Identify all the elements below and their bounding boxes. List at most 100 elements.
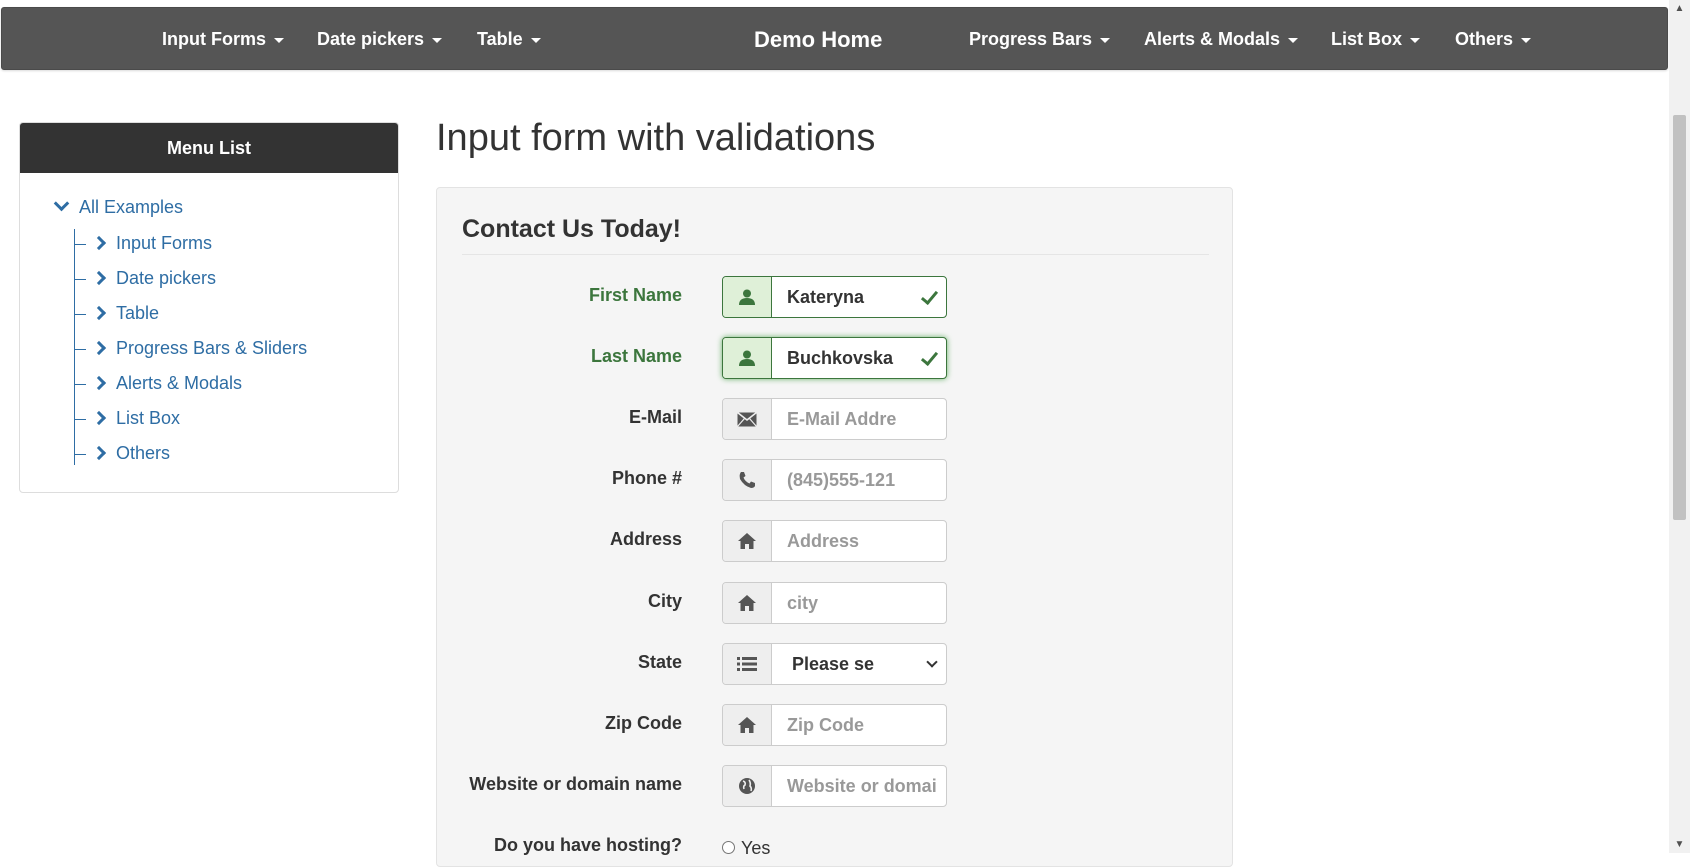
last-name-label: Last Name bbox=[590, 346, 682, 366]
state-selected-value: Please se bbox=[792, 654, 875, 674]
tree-connector bbox=[74, 313, 86, 315]
sidebar-item-others[interactable]: Others bbox=[74, 443, 170, 467]
first-name-field[interactable]: Kateryna bbox=[722, 276, 947, 318]
scroll-down-arrow-icon[interactable]: ▼ bbox=[1669, 836, 1690, 853]
phone-input[interactable]: (845)555-121 bbox=[772, 460, 946, 500]
last-name-value: Buchkovska bbox=[787, 348, 894, 368]
tree-root-label: All Examples bbox=[79, 197, 184, 217]
caret-down-icon bbox=[1521, 37, 1532, 43]
email-label: E-Mail bbox=[628, 407, 682, 427]
nav-label: Alerts & Modals bbox=[1144, 29, 1281, 49]
address-field[interactable]: Address bbox=[722, 520, 947, 562]
sidebar-item-label: List Box bbox=[116, 408, 181, 428]
sidebar-item-list-box[interactable]: List Box bbox=[74, 408, 180, 432]
city-field[interactable]: city bbox=[722, 582, 947, 624]
email-field[interactable]: E-Mail Addre bbox=[722, 398, 947, 440]
sidebar-item-progress-bars[interactable]: Progress Bars & Sliders bbox=[74, 338, 307, 362]
tree-connector bbox=[74, 243, 86, 245]
chevron-right-icon bbox=[91, 235, 107, 251]
tree-connector bbox=[74, 418, 86, 420]
state-select[interactable]: Please se bbox=[772, 644, 946, 684]
scroll-up-arrow-icon[interactable]: ▲ bbox=[1669, 0, 1690, 17]
last-name-field[interactable]: Buchkovska bbox=[722, 337, 947, 379]
city-label: City bbox=[647, 591, 682, 611]
sidebar-item-alerts-modals[interactable]: Alerts & Modals bbox=[74, 373, 242, 397]
nav-label: Date pickers bbox=[317, 29, 425, 49]
sidebar-item-label: Progress Bars & Sliders bbox=[116, 338, 308, 358]
nav-progress-bars[interactable]: Progress Bars bbox=[969, 8, 1111, 71]
first-name-input[interactable]: Kateryna bbox=[772, 277, 946, 317]
chevron-right-icon bbox=[91, 340, 107, 356]
list-icon bbox=[723, 644, 772, 684]
brand-demo-home[interactable]: Demo Home bbox=[754, 8, 882, 71]
radio-yes[interactable] bbox=[722, 840, 735, 854]
globe-icon bbox=[723, 766, 772, 806]
website-label: Website or domain name bbox=[469, 774, 682, 794]
envelope-icon bbox=[723, 399, 772, 439]
last-name-input[interactable]: Buchkovska bbox=[772, 338, 946, 378]
sidebar-item-label: Date pickers bbox=[116, 268, 217, 288]
form-title: Contact Us Today! bbox=[462, 215, 1209, 255]
phone-field[interactable]: (845)555-121 bbox=[722, 459, 947, 501]
nav-label: Others bbox=[1455, 29, 1514, 49]
zip-label: Zip Code bbox=[605, 713, 682, 733]
sidebar-item-label: Others bbox=[116, 443, 171, 463]
address-label: Address bbox=[609, 529, 682, 549]
caret-down-icon bbox=[530, 37, 541, 43]
address-input[interactable]: Address bbox=[772, 521, 946, 561]
chevron-right-icon bbox=[91, 305, 107, 321]
hosting-yes-option[interactable]: Yes bbox=[722, 838, 770, 859]
user-icon bbox=[723, 277, 772, 317]
city-input[interactable]: city bbox=[772, 583, 946, 623]
nav-others[interactable]: Others bbox=[1455, 8, 1532, 71]
check-icon bbox=[920, 347, 939, 367]
website-field[interactable]: Website or domai bbox=[722, 765, 947, 807]
sidebar-item-label: Input Forms bbox=[116, 233, 213, 253]
tree-root-all-examples[interactable]: All Examples bbox=[53, 195, 184, 218]
sidebar-title: Menu List bbox=[20, 123, 398, 173]
chevron-right-icon bbox=[91, 445, 107, 461]
tree-connector bbox=[74, 453, 86, 455]
home-icon bbox=[723, 705, 772, 745]
scroll-thumb[interactable] bbox=[1673, 115, 1686, 520]
chevron-right-icon bbox=[91, 410, 107, 426]
sidebar-item-date-pickers[interactable]: Date pickers bbox=[74, 268, 216, 292]
state-field[interactable]: Please se bbox=[722, 643, 947, 685]
phone-icon bbox=[723, 460, 772, 500]
nav-alerts-modals[interactable]: Alerts & Modals bbox=[1144, 8, 1299, 71]
nav-input-forms[interactable]: Input Forms bbox=[162, 8, 284, 71]
nav-table[interactable]: Table bbox=[477, 8, 541, 71]
nav-date-pickers[interactable]: Date pickers bbox=[317, 8, 443, 71]
tree-connector bbox=[74, 383, 86, 385]
chevron-down-icon bbox=[53, 195, 70, 212]
home-icon bbox=[723, 521, 772, 561]
nav-list-box[interactable]: List Box bbox=[1331, 8, 1421, 71]
nav-label: List Box bbox=[1331, 29, 1403, 49]
chevron-right-icon bbox=[91, 375, 107, 391]
nav-label: Progress Bars bbox=[969, 29, 1093, 49]
tree-connector bbox=[74, 278, 86, 280]
email-input[interactable]: E-Mail Addre bbox=[772, 399, 946, 439]
page-title: Input form with validations bbox=[436, 117, 876, 159]
caret-down-icon bbox=[274, 37, 284, 43]
contact-form: Contact Us Today! First Name Kateryna La… bbox=[436, 187, 1233, 867]
sidebar-item-label: Alerts & Modals bbox=[116, 373, 243, 393]
check-icon bbox=[920, 286, 939, 306]
state-label: State bbox=[637, 652, 682, 672]
page-scrollbar[interactable]: ▲ ▼ bbox=[1669, 0, 1690, 853]
sidebar-item-table[interactable]: Table bbox=[74, 303, 159, 327]
phone-label: Phone # bbox=[611, 468, 682, 488]
caret-down-icon bbox=[1410, 37, 1421, 43]
zip-field[interactable]: Zip Code bbox=[722, 704, 947, 746]
chevron-right-icon bbox=[91, 270, 107, 286]
zip-input[interactable]: Zip Code bbox=[772, 705, 946, 745]
website-input[interactable]: Website or domai bbox=[772, 766, 946, 806]
nav-label: Table bbox=[477, 29, 523, 49]
tree-connector bbox=[74, 348, 86, 350]
caret-down-icon bbox=[432, 37, 443, 43]
nav-label: Input Forms bbox=[162, 29, 266, 49]
sidebar-item-input-forms[interactable]: Input Forms bbox=[74, 233, 212, 257]
user-icon bbox=[723, 338, 772, 378]
chevron-down-icon bbox=[926, 656, 938, 668]
top-navbar: Input Forms Date pickers Table Demo Home… bbox=[1, 7, 1668, 70]
